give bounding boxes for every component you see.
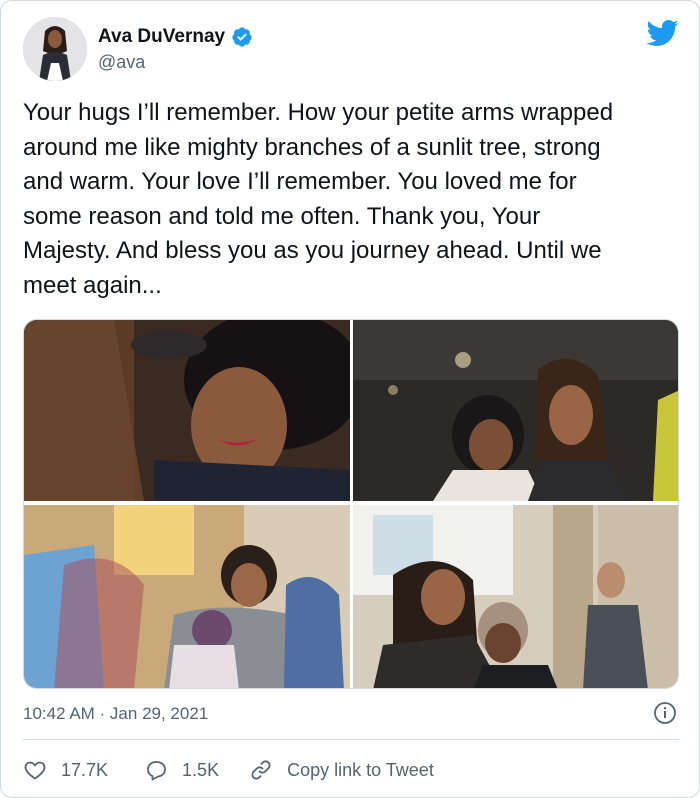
tweet-timestamp[interactable]: 10:42 AM · Jan 29, 2021 bbox=[23, 704, 208, 724]
author-display-name[interactable]: Ava DuVernay bbox=[98, 26, 225, 48]
link-icon bbox=[251, 760, 271, 780]
photo-3[interactable] bbox=[24, 505, 350, 688]
photo-4[interactable] bbox=[353, 505, 678, 688]
verified-badge-icon bbox=[231, 26, 253, 48]
like-count: 17.7K bbox=[61, 759, 109, 780]
tweet-meta-row: 10:42 AM · Jan 29, 2021 bbox=[23, 701, 679, 727]
copy-link-label: Copy link to Tweet bbox=[287, 759, 434, 780]
tweet-actions: 17.7K 1.5K Copy link to Tweet bbox=[23, 756, 434, 784]
media-grid bbox=[23, 319, 679, 689]
author-name-row: Ava DuVernay bbox=[98, 26, 253, 48]
reply-count: 1.5K bbox=[182, 759, 220, 780]
info-icon[interactable] bbox=[653, 701, 677, 725]
tweet-text: Your hugs I’ll remember. How your petite… bbox=[23, 99, 614, 299]
photo-1[interactable] bbox=[24, 320, 350, 501]
reply-button[interactable]: 1.5K bbox=[144, 758, 219, 782]
photo-2[interactable] bbox=[353, 320, 678, 501]
copy-link-button[interactable]: Copy link to Tweet bbox=[249, 758, 434, 782]
reply-icon bbox=[147, 761, 166, 781]
heart-icon bbox=[24, 761, 46, 780]
tweet-card: Ava DuVernay @ava Your hugs I’ll remembe… bbox=[0, 0, 700, 798]
avatar[interactable] bbox=[23, 17, 87, 81]
like-button[interactable]: 17.7K bbox=[23, 758, 108, 782]
divider bbox=[23, 739, 679, 740]
twitter-bird-icon[interactable] bbox=[645, 19, 679, 47]
author-handle[interactable]: @ava bbox=[98, 52, 145, 73]
